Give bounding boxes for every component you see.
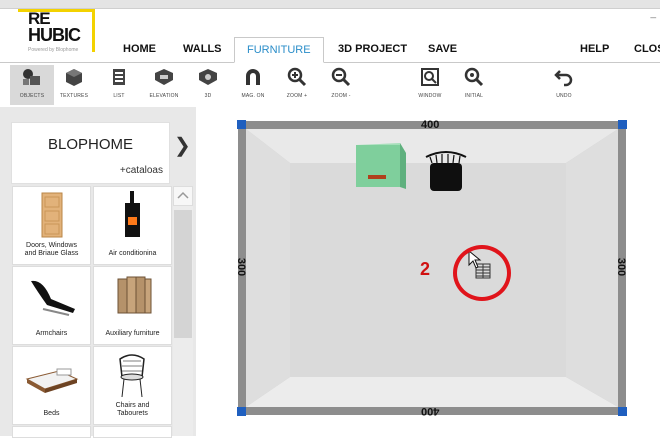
zoom-window-icon [421, 68, 439, 86]
menu-furniture[interactable]: FURNITURE [234, 37, 324, 63]
left-wall [246, 129, 290, 407]
tool-elevation-label: ELEVATION [149, 93, 179, 99]
door-icon [41, 192, 63, 238]
undo-icon [554, 70, 573, 87]
category-label: Air conditionina [108, 250, 157, 257]
dimension-left: 300 [235, 257, 248, 277]
category-next-row[interactable] [93, 426, 172, 438]
folding-screen-icon [117, 276, 152, 314]
menu-walls[interactable]: WALLS [183, 43, 222, 55]
tool-window-label: WINDOW [418, 93, 442, 99]
annotation-number: 2 [420, 259, 431, 279]
tool-zoom-in[interactable]: ZOOM + [275, 65, 319, 99]
list-icon [113, 69, 125, 85]
magnet-icon [246, 69, 260, 85]
catalog-more-link[interactable]: +cataloas [120, 165, 163, 176]
minimize-button[interactable]: _ [650, 8, 656, 19]
tool-elevation[interactable]: ELEVATION [142, 65, 186, 99]
tool-initial[interactable]: INITIAL [452, 65, 496, 99]
dimension-right: 300 [615, 257, 628, 277]
front-wall [246, 377, 618, 407]
tool-zoom-out[interactable]: ZOOM - [319, 65, 363, 99]
green-cabinet-object[interactable] [356, 143, 406, 189]
tool-list[interactable]: LIST [97, 65, 141, 99]
catalog-next-arrow[interactable]: ❯ [174, 133, 191, 158]
category-air-conditioning[interactable]: Air conditionina [93, 186, 172, 265]
furniture-toolbar: OBJECTS TEXTURES LIST ELEVATION 3D MAG. … [0, 63, 660, 106]
lounge-chair-icon [31, 280, 75, 316]
tool-magnet[interactable]: MAG. ON [231, 65, 275, 99]
objects-icon [23, 69, 40, 85]
tool-list-label: LIST [113, 93, 125, 99]
annotation-highlight-circle [453, 245, 511, 301]
tool-zoom-in-label: ZOOM + [286, 93, 308, 99]
category-chairs-tabourets[interactable]: Chairs and Tabourets [93, 346, 172, 425]
tool-3d[interactable]: 3D [186, 65, 230, 99]
bed-icon [25, 368, 79, 393]
category-armchairs[interactable]: Armchairs [12, 266, 91, 345]
scroll-thumb[interactable] [174, 210, 192, 338]
menu-save[interactable]: SAVE [428, 43, 457, 55]
tool-undo[interactable]: UNDO [542, 65, 586, 99]
wire-chair-icon [119, 354, 145, 398]
menu-help[interactable]: HELP [580, 43, 609, 55]
category-auxiliary-furniture[interactable]: Auxiliary furniture [93, 266, 172, 345]
cube-icon [66, 69, 82, 86]
tool-initial-label: INITIAL [464, 93, 484, 99]
back-wall [246, 129, 618, 163]
category-beds[interactable]: Beds [12, 346, 91, 425]
category-label: Beds [43, 410, 60, 417]
window-top-strip [0, 0, 660, 9]
category-label: Doors, Windows and Briaue Glass [24, 242, 79, 257]
corner-handle[interactable] [237, 407, 246, 416]
category-label: Chairs and Tabourets [115, 402, 150, 417]
corner-handle[interactable] [618, 120, 627, 129]
menu-3d-project[interactable]: 3D PROJECT [338, 43, 407, 55]
category-doors-windows[interactable]: Doors, Windows and Briaue Glass [12, 186, 91, 265]
main-menu-bar: HOME WALLS FURNITURE 3D PROJECT SAVE HEL… [0, 37, 660, 63]
3d-view-icon [199, 69, 217, 85]
dimension-top: 400 [421, 119, 440, 131]
tool-textures[interactable]: TEXTURES [52, 65, 96, 99]
tool-magnet-label: MAG. ON [241, 93, 265, 99]
chevron-up-icon [177, 191, 189, 199]
corner-handle[interactable] [618, 407, 627, 416]
tool-objects-label: OBJECTS [19, 93, 45, 99]
scroll-up-button[interactable] [173, 186, 193, 206]
dimension-bottom: 400 [421, 405, 440, 417]
zoom-out-icon [331, 67, 351, 87]
tool-3d-label: 3D [204, 93, 212, 99]
zoom-in-icon [287, 67, 307, 87]
catalog-selector[interactable]: BLOPHOME +cataloas [11, 122, 170, 184]
elevation-icon [155, 69, 173, 85]
tool-window[interactable]: WINDOW [408, 65, 452, 99]
tool-objects[interactable]: OBJECTS [10, 65, 54, 105]
tool-zoom-out-label: ZOOM - [331, 93, 351, 99]
category-next-row[interactable] [12, 426, 91, 438]
zoom-initial-icon [464, 67, 484, 87]
right-wall [566, 129, 618, 407]
stove-icon [125, 191, 140, 237]
category-label: Armchairs [35, 330, 68, 337]
catalog-title: BLOPHOME [47, 136, 134, 153]
menu-close[interactable]: CLOS [634, 43, 660, 55]
menu-home[interactable]: HOME [123, 43, 156, 55]
corner-handle[interactable] [237, 120, 246, 129]
tool-undo-label: UNDO [556, 93, 572, 99]
tool-textures-label: TEXTURES [59, 93, 89, 99]
category-label: Auxiliary furniture [105, 330, 160, 337]
